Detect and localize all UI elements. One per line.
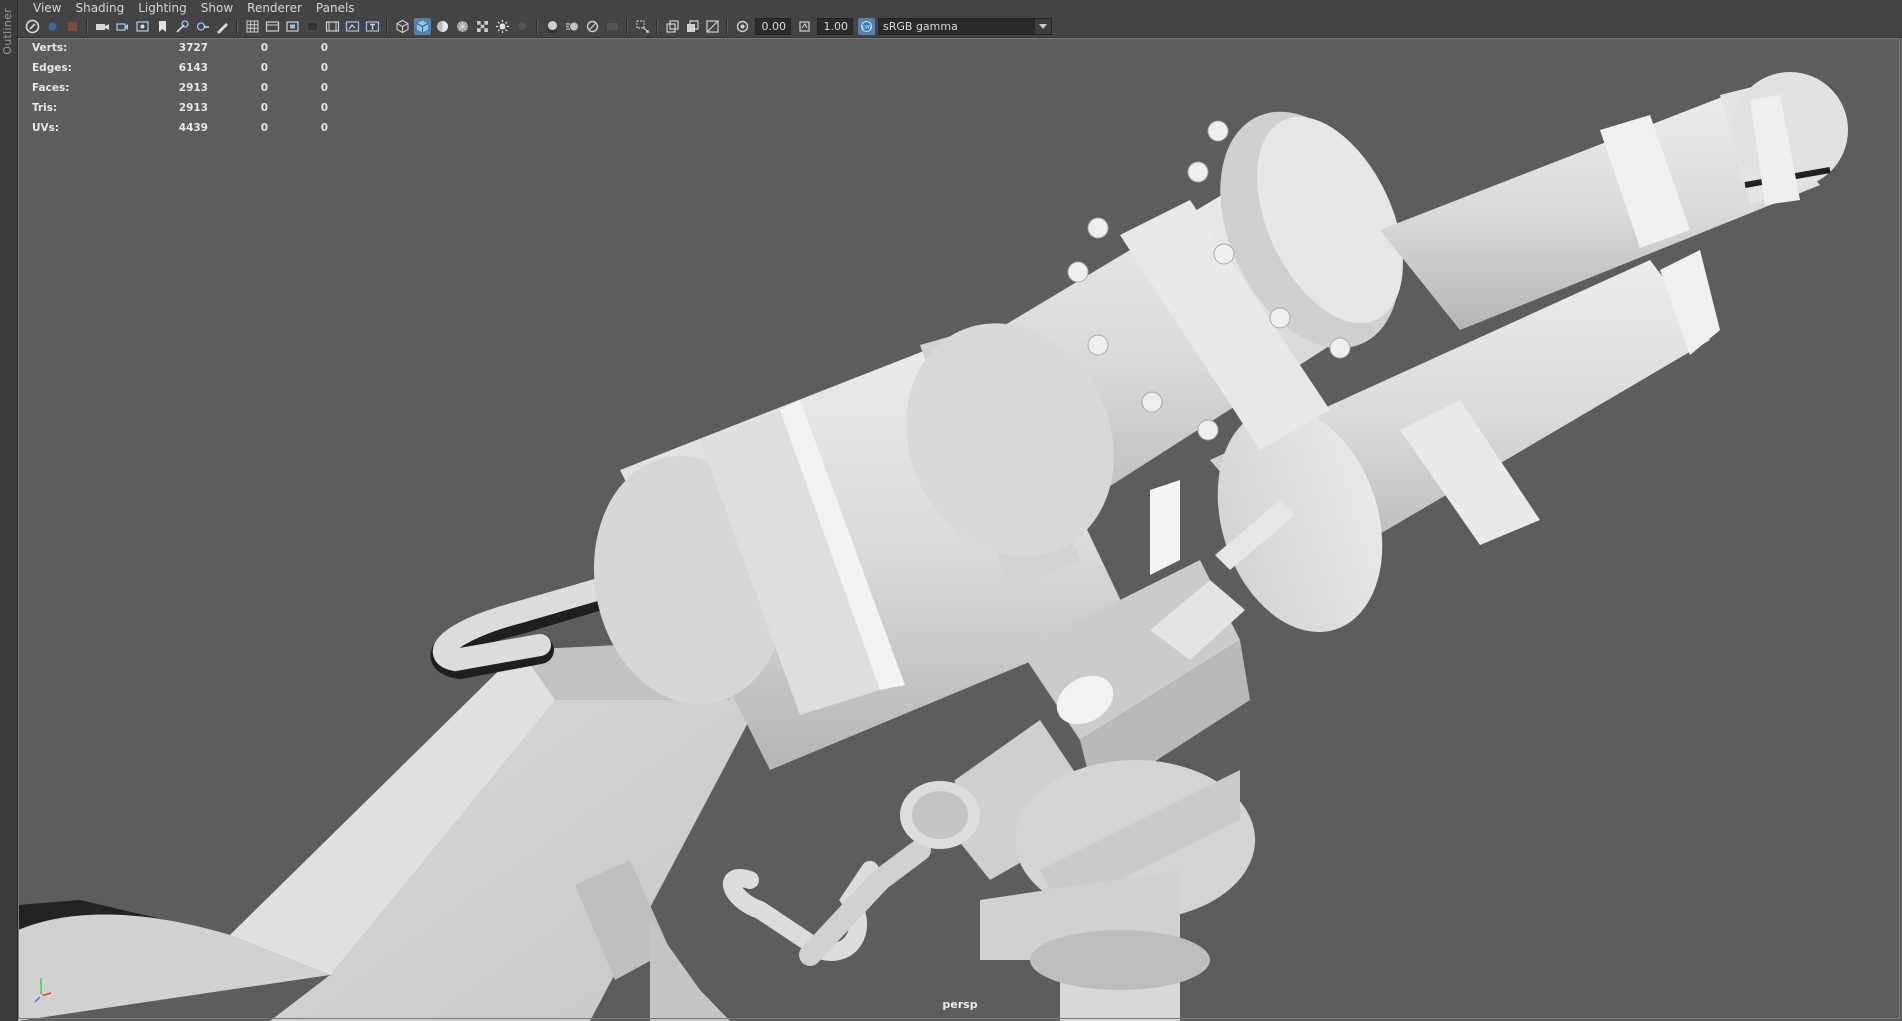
- menu-panels[interactable]: Panels: [309, 0, 362, 16]
- smooth-shade-icon[interactable]: [413, 18, 431, 35]
- hud-row-uvs: UVs: 4439 0 0: [32, 118, 328, 138]
- safe-title-icon[interactable]: [364, 18, 381, 35]
- xray-icon[interactable]: [664, 18, 681, 35]
- hud-value: 2913: [178, 82, 208, 94]
- gate-mask-icon[interactable]: [304, 18, 321, 35]
- view-transform-dropdown[interactable]: sRGB gamma: [878, 18, 1052, 35]
- hud-label: UVs:: [32, 122, 60, 134]
- hud-row-tris: Tris: 2913 0 0: [32, 98, 328, 118]
- hud-value: 0: [320, 82, 328, 94]
- outliner-tab[interactable]: Outliner: [0, 0, 18, 1021]
- toolbar-separator: [536, 19, 538, 34]
- resolution-gate-icon[interactable]: [284, 18, 301, 35]
- perspective-viewport[interactable]: Verts: 3727 0 0 Edges: 6143 0 0 Faces: 2…: [18, 38, 1902, 1021]
- color-management-icon[interactable]: cm: [857, 18, 875, 35]
- hud-value: 0: [260, 82, 268, 94]
- shadows-icon[interactable]: [514, 18, 531, 35]
- camera-icon[interactable]: [94, 18, 111, 35]
- menu-view[interactable]: View: [26, 0, 68, 16]
- isolate-select-icon[interactable]: [634, 18, 651, 35]
- chevron-down-icon[interactable]: [1034, 19, 1051, 34]
- panel-menubar: View Shading Lighting Show Renderer Pane…: [18, 0, 1902, 16]
- maya-viewport-panel: Outliner View Shading Lighting Show Rend…: [0, 0, 1902, 1021]
- depth-of-field-icon[interactable]: [604, 18, 621, 35]
- poly-count-hud: Verts: 3727 0 0 Edges: 6143 0 0 Faces: 2…: [32, 38, 328, 138]
- hud-value: 0: [260, 62, 268, 74]
- camera-attributes-icon[interactable]: [44, 18, 61, 35]
- use-lights-icon[interactable]: [494, 18, 511, 35]
- textured-icon[interactable]: [454, 18, 471, 35]
- backface-icon[interactable]: [704, 18, 721, 35]
- ambient-occlusion-icon[interactable]: [544, 18, 561, 35]
- outliner-tab-label: Outliner: [1, 8, 14, 55]
- field-chart-icon[interactable]: [324, 18, 341, 35]
- camera-lock-icon[interactable]: [114, 18, 131, 35]
- hud-value: 0: [260, 42, 268, 54]
- wireframe-icon[interactable]: [394, 18, 411, 35]
- toolbar-separator: [726, 19, 728, 34]
- hud-value: 4439: [178, 122, 208, 134]
- toolbar-separator: [656, 19, 658, 34]
- exposure-icon[interactable]: [734, 18, 751, 35]
- menu-show[interactable]: Show: [194, 0, 240, 16]
- hud-value: 0: [320, 62, 328, 74]
- hud-value: 6143: [178, 62, 208, 74]
- pan-zoom-icon[interactable]: [174, 18, 191, 35]
- hud-value: 0: [260, 122, 268, 134]
- toolbar-separator: [386, 19, 388, 34]
- toolbar-separator: [626, 19, 628, 34]
- svg-text:cm: cm: [861, 24, 870, 31]
- menu-lighting[interactable]: Lighting: [131, 0, 194, 16]
- toolbar-separator: [86, 19, 88, 34]
- view-transform-value: sRGB gamma: [883, 20, 958, 33]
- xray-joints-icon[interactable]: [684, 18, 701, 35]
- hud-value: 0: [320, 122, 328, 134]
- hud-row-edges: Edges: 6143 0 0: [32, 58, 328, 78]
- menu-renderer[interactable]: Renderer: [240, 0, 309, 16]
- hud-row-faces: Faces: 2913 0 0: [32, 78, 328, 98]
- hud-label: Faces:: [32, 82, 70, 94]
- bookmarks-icon[interactable]: [64, 18, 81, 35]
- hud-label: Tris:: [32, 102, 58, 114]
- select-camera-icon[interactable]: [24, 18, 41, 35]
- safe-action-icon[interactable]: [344, 18, 361, 35]
- hud-label: Verts:: [32, 42, 68, 54]
- hud-row-verts: Verts: 3727 0 0: [32, 38, 328, 58]
- grease-pencil-icon[interactable]: [214, 18, 231, 35]
- bookmark-icon[interactable]: [154, 18, 171, 35]
- hud-value: 3727: [178, 42, 208, 54]
- camera-name-label: persp: [942, 998, 978, 1011]
- panel-toolbar: 0.00 1.00 cm sRGB gamma: [18, 16, 1902, 38]
- motion-blur-icon[interactable]: [564, 18, 581, 35]
- gamma-field[interactable]: 1.00: [817, 18, 853, 35]
- hud-value: 0: [260, 102, 268, 114]
- exposure-field[interactable]: 0.00: [755, 18, 791, 35]
- toolbar-separator: [236, 19, 238, 34]
- rifle-model-render[interactable]: [18, 38, 1902, 1021]
- checker-icon[interactable]: [474, 18, 491, 35]
- hud-value: 0: [320, 102, 328, 114]
- menu-shading[interactable]: Shading: [68, 0, 131, 16]
- hud-value: 2913: [178, 102, 208, 114]
- two-d-pan-icon[interactable]: [194, 18, 211, 35]
- grid-icon[interactable]: [244, 18, 261, 35]
- gamma-icon[interactable]: [796, 18, 813, 35]
- film-gate-icon[interactable]: [264, 18, 281, 35]
- hud-label: Edges:: [32, 62, 72, 74]
- shaded-wireframe-icon[interactable]: [434, 18, 451, 35]
- hud-value: 0: [320, 42, 328, 54]
- image-plane-icon[interactable]: [134, 18, 151, 35]
- anti-aliasing-icon[interactable]: [584, 18, 601, 35]
